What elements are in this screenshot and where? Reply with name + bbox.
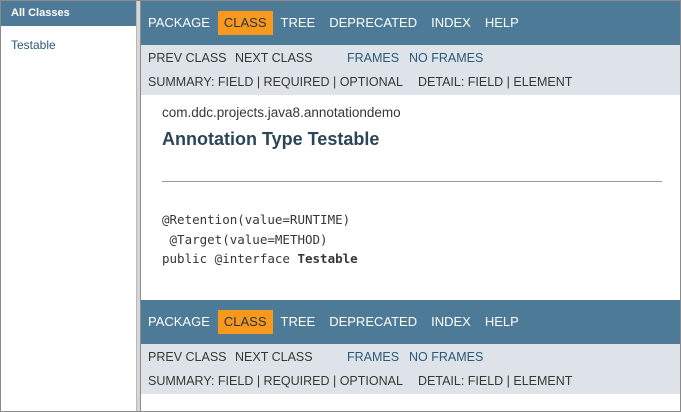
all-classes-frame: All Classes Testable <box>1 1 136 411</box>
bottom-nav-index[interactable]: INDEX <box>425 310 477 334</box>
browser-frameset: All Classes Testable PACKAGE CLASS TREE … <box>0 0 681 412</box>
page-title: Annotation Type Testable <box>162 129 380 149</box>
nav-index[interactable]: INDEX <box>425 11 477 35</box>
code-retention: @Retention(value=RUNTIME) <box>162 212 351 227</box>
bottom-nav-package[interactable]: PACKAGE <box>142 310 216 334</box>
bottom-no-frames-link[interactable]: NO FRAMES <box>409 350 483 364</box>
prev-class-label: PREV CLASS <box>148 51 227 65</box>
bottom-navbar: PACKAGE CLASS TREE DEPRECATED INDEX HELP <box>141 300 680 344</box>
package-name: com.ddc.projects.java8.annotationdemo <box>162 105 401 120</box>
class-content: com.ddc.projects.java8.annotationdemo An… <box>141 95 680 301</box>
nav-class: CLASS <box>217 11 273 35</box>
top-navbar: PACKAGE CLASS TREE DEPRECATED INDEX HELP <box>141 1 680 45</box>
bottom-detail-links[interactable]: DETAIL: FIELD | ELEMENT <box>418 374 572 388</box>
code-type-name: Testable <box>297 251 358 266</box>
nav-help[interactable]: HELP <box>479 11 525 35</box>
class-list: Testable <box>1 26 136 52</box>
bottom-nav: PACKAGE CLASS TREE DEPRECATED INDEX HELP… <box>141 300 680 394</box>
detail-links[interactable]: DETAIL: FIELD | ELEMENT <box>418 75 572 89</box>
code-target: @Target(value=METHOD) <box>162 231 328 247</box>
no-frames-link[interactable]: NO FRAMES <box>409 51 483 65</box>
bottom-next-class-label: NEXT CLASS <box>235 350 313 364</box>
nav-package[interactable]: PACKAGE <box>142 11 216 35</box>
bottom-prev-class-label: PREV CLASS <box>148 350 227 364</box>
class-link-testable[interactable]: Testable <box>11 38 136 52</box>
bottom-summary-links[interactable]: SUMMARY: FIELD | REQUIRED | OPTIONAL <box>148 374 418 388</box>
top-subnav: PREV CLASS NEXT CLASS FRAMES NO FRAMES SUMM… <box>141 45 680 95</box>
bottom-nav-help[interactable]: HELP <box>479 310 525 334</box>
content-frame: PACKAGE CLASS TREE DEPRECATED INDEX HELP… <box>141 1 680 411</box>
bottom-nav-class: CLASS <box>217 310 273 334</box>
summary-links[interactable]: SUMMARY: FIELD | REQUIRED | OPTIONAL <box>148 75 418 89</box>
nav-tree[interactable]: TREE <box>275 11 322 35</box>
subnav-row-summary: SUMMARY: FIELD | REQUIRED | OPTIONAL DETA… <box>148 75 572 89</box>
bottom-subnav-row-nav: PREV CLASS NEXT CLASS FRAMES NO FRAMES <box>148 350 483 364</box>
annotation-signature: @Retention(value=RUNTIME) @Target(value=… <box>162 210 358 269</box>
bottom-subnav: PREV CLASS NEXT CLASS FRAMES NO FRAMES SUMM… <box>141 344 680 394</box>
code-declaration: public @interface <box>162 251 298 266</box>
subnav-row-nav: PREV CLASS NEXT CLASS FRAMES NO FRAMES <box>148 51 483 65</box>
nav-deprecated[interactable]: DEPRECATED <box>323 11 423 35</box>
separator <box>162 181 662 182</box>
bottom-subnav-row-summary: SUMMARY: FIELD | REQUIRED | OPTIONAL DETA… <box>148 374 572 388</box>
all-classes-header: All Classes <box>1 1 136 26</box>
next-class-label: NEXT CLASS <box>235 51 313 65</box>
bottom-nav-tree[interactable]: TREE <box>275 310 322 334</box>
bottom-frames-link[interactable]: FRAMES <box>347 350 409 364</box>
bottom-nav-deprecated[interactable]: DEPRECATED <box>323 310 423 334</box>
frames-link[interactable]: FRAMES <box>347 51 409 65</box>
